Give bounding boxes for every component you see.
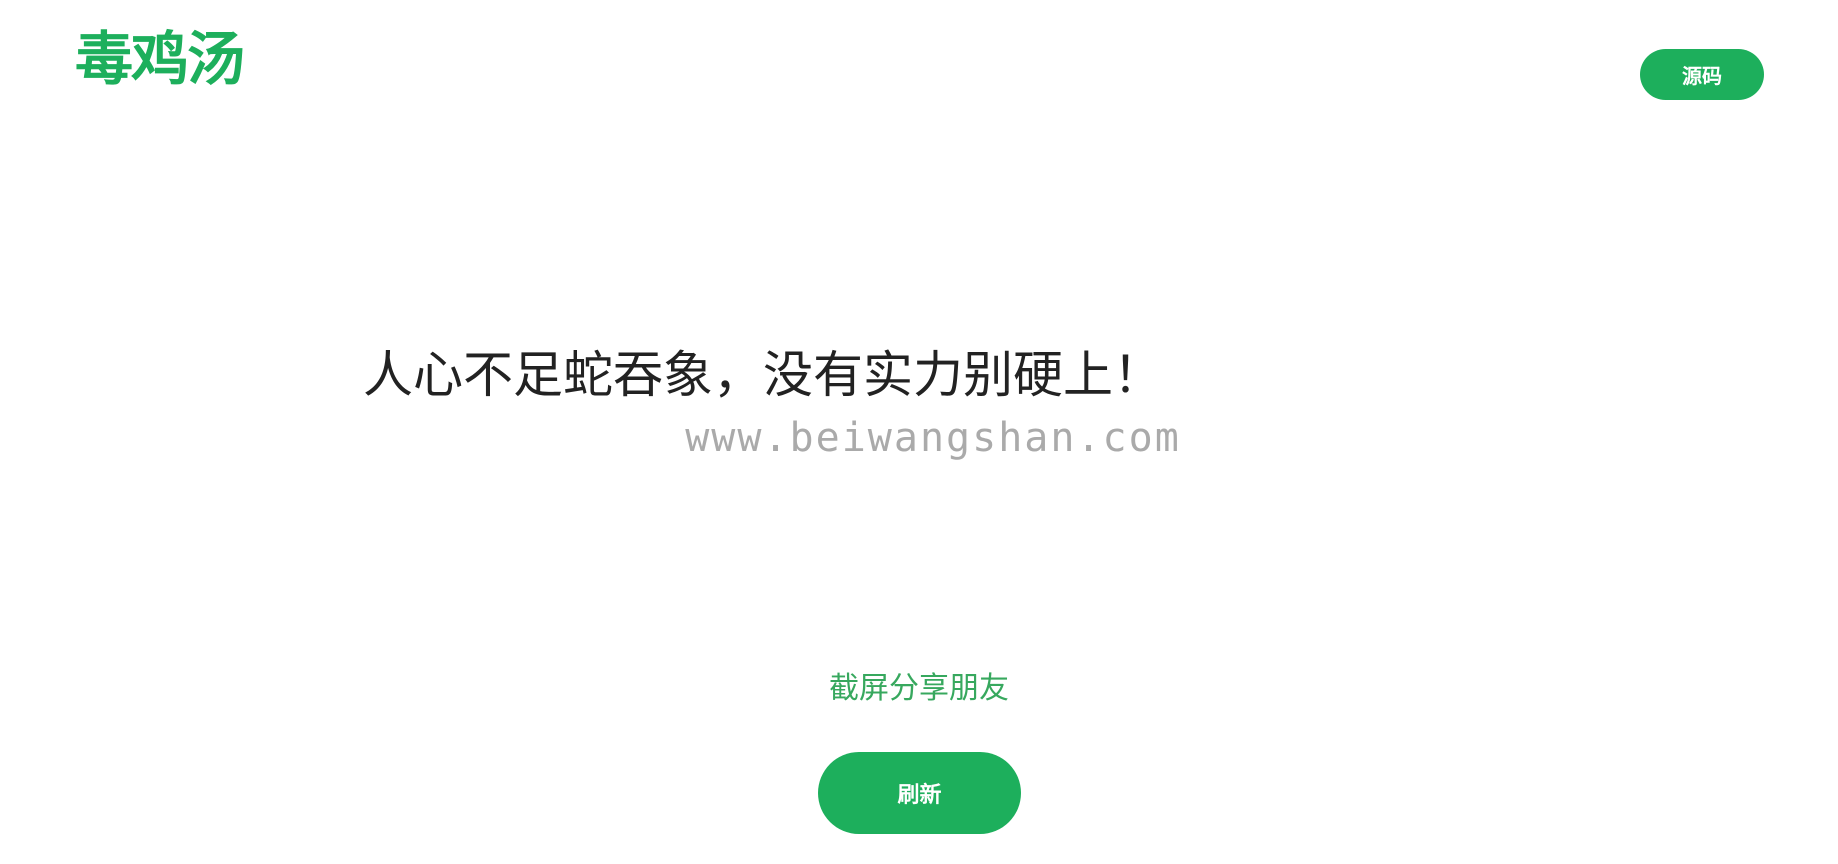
source-code-button[interactable]: 源码 xyxy=(1640,49,1764,100)
refresh-button[interactable]: 刷新 xyxy=(818,752,1021,834)
watermark-url: www.beiwangshan.com xyxy=(685,415,1181,461)
quote-text: 人心不足蛇吞象，没有实力别硬上！ xyxy=(363,346,1163,404)
share-hint-text: 截屏分享朋友 xyxy=(829,671,1009,706)
site-logo[interactable]: 毒鸡汤 xyxy=(75,30,245,88)
page-root: 毒鸡汤 源码 人心不足蛇吞象，没有实力别硬上！ www.beiwangshan.… xyxy=(0,0,1838,864)
